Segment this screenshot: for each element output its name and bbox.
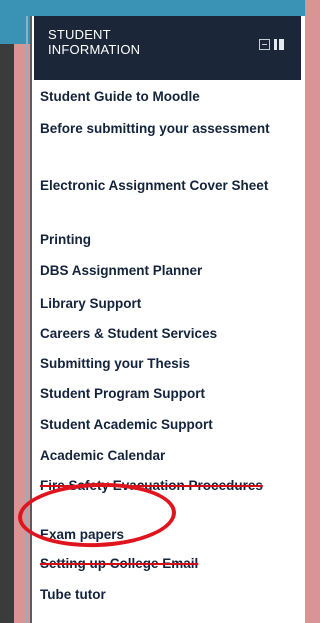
link-student-guide[interactable]: Student Guide to Moodle [40,88,290,105]
dock-icon[interactable] [274,38,284,50]
link-academic-support[interactable]: Student Academic Support [40,416,290,433]
link-library-support[interactable]: Library Support [40,295,290,312]
block-title-line1: STUDENT [48,27,111,42]
link-submitting-thesis[interactable]: Submitting your Thesis [40,355,290,372]
block-header: STUDENT INFORMATION [34,16,301,80]
link-tube-tutor[interactable]: Tube tutor [40,586,290,603]
link-printing[interactable]: Printing [40,231,290,248]
link-dbs-assignment-planner[interactable]: DBS Assignment Planner [40,262,290,279]
link-before-submitting[interactable]: Before submitting your assessment [40,120,290,137]
link-program-support[interactable]: Student Program Support [40,385,290,402]
link-electronic-cover-sheet[interactable]: Electronic Assignment Cover Sheet [40,177,290,194]
link-academic-calendar[interactable]: Academic Calendar [40,447,290,464]
minimize-icon[interactable] [259,38,270,50]
link-college-email[interactable]: Setting up College Email [40,555,290,572]
left-edge [0,44,14,623]
link-careers-services[interactable]: Careers & Student Services [40,325,290,342]
block-title-line2: INFORMATION [48,42,141,57]
header-controls [259,38,284,50]
block-title: STUDENT INFORMATION [48,27,198,57]
